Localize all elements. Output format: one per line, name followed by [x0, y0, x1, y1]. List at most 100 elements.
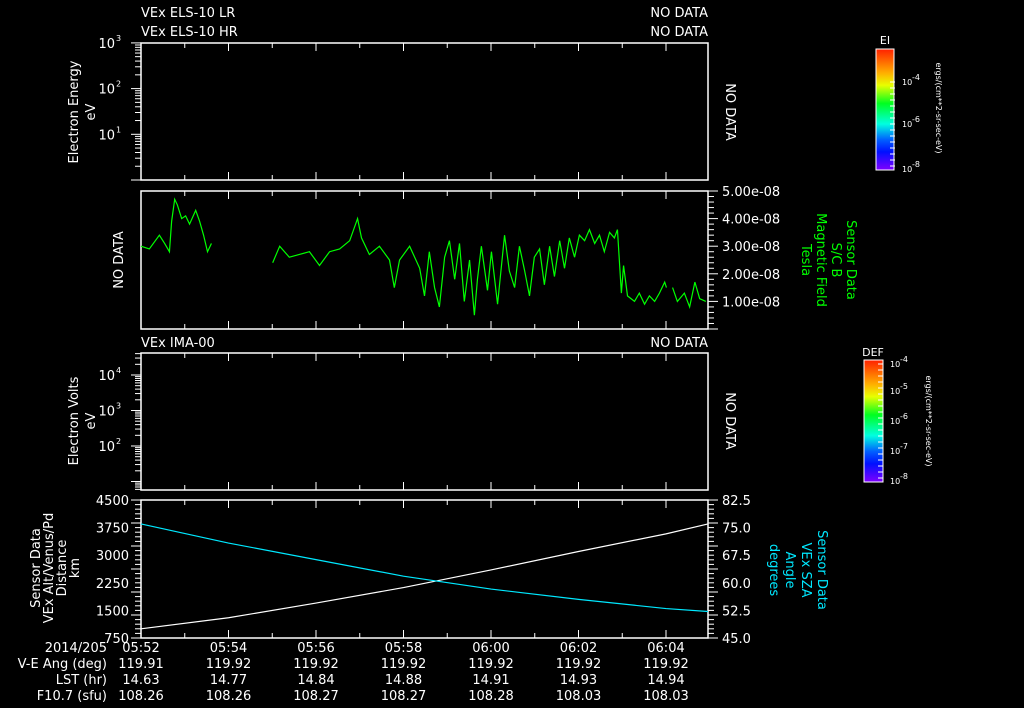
colorbar-tick-label: 10	[902, 165, 912, 174]
panel4-ylabel-right-0: Sensor Data	[814, 530, 829, 610]
panel1-y-ticks: 10 310 210 1	[98, 34, 141, 181]
panel2-nodata: NO DATA	[112, 231, 127, 289]
panel4-ylabel-right-3: degrees	[766, 544, 781, 597]
panel2-ylabel-0: Sensor Data	[843, 220, 858, 300]
y-tick-label-left: 1500	[96, 604, 129, 619]
altitude-line	[140, 523, 709, 630]
x-axis-times: 06:02	[560, 641, 597, 656]
x-axis-lst: 14.93	[560, 673, 597, 688]
panel3-nodata: NO DATA	[722, 392, 737, 450]
panel4-x-ticks	[184, 500, 667, 638]
colorbar-tick-label: 10	[902, 78, 912, 87]
x-axis-lst: 14.94	[647, 673, 684, 688]
panel1-title-lr: VEx ELS-10 LR	[141, 6, 235, 21]
panel2-x-ticks	[184, 191, 667, 329]
panel4-frame	[140, 499, 709, 639]
panel2-ylabel-3: Tesla	[798, 243, 813, 276]
panel3-status: NO DATA	[650, 336, 708, 351]
panel3-ylabel: Electron Volts	[67, 376, 82, 465]
colorbar1-title: EI	[880, 34, 890, 47]
bfield-line-segment	[272, 216, 668, 316]
colorbar-tick-exponent: -4	[912, 73, 920, 82]
y-tick-label: 2.00e-08	[722, 268, 780, 283]
colorbar-tick-label: 10	[890, 417, 900, 426]
y-tick-label: 10	[98, 440, 115, 455]
y-tick-label: 4.00e-08	[722, 213, 780, 228]
y-tick-label: 10	[98, 405, 115, 420]
y-tick-label-right: 45.0	[722, 632, 751, 647]
panel-ion-energy: VEx IMA-00 NO DATA 10 410 310 2 Electron Vo…	[67, 336, 933, 491]
x-axis-times: 06:04	[647, 641, 684, 656]
colorbar-tick-exponent: -7	[900, 442, 908, 451]
x-axis-lst: 14.63	[122, 673, 159, 688]
y-tick-label: 10	[98, 128, 115, 143]
row-label-ve-ang: V-E Ang (deg)	[18, 657, 107, 672]
colorbar1-unit: ergs/(cm**2-sr-sec-eV)	[934, 62, 943, 153]
x-axis-f107: 108.03	[643, 689, 689, 704]
plot-canvas: VEx ELS-10 LR NO DATA VEx ELS-10 HR NO D…	[18, 6, 943, 704]
panel2-y-ticks: 5.00e-08 4.00e-08 3.00e-08 2.00e-08 1.00e-08	[708, 185, 780, 330]
panel4-series	[140, 523, 709, 630]
row-label-lst: LST (hr)	[56, 673, 107, 688]
x-axis-times: 05:56	[297, 641, 334, 656]
colorbar-tick-label: 10	[890, 360, 900, 369]
y-tick-label-left: 3000	[96, 549, 129, 564]
x-axis-f107: 108.26	[118, 689, 164, 704]
colorbar2-title: DEF	[862, 346, 884, 359]
x-axis-f107: 108.28	[468, 689, 514, 704]
x-axis-f107: 108.26	[206, 689, 252, 704]
colorbar-tick-exponent: -6	[912, 115, 920, 124]
x-axis-columns: 05:52119.9114.63108.2605:54119.9214.7710…	[118, 641, 689, 704]
y-tick-label-right: 52.5	[722, 604, 751, 619]
y-tick-exponent: 3	[116, 402, 121, 411]
colorbar-tick-exponent: -4	[900, 355, 908, 364]
colorbar2-gradient	[863, 359, 884, 483]
panel1-status-lr: NO DATA	[650, 6, 708, 21]
colorbar-tick-label: 10	[890, 477, 900, 486]
y-tick-label-right: 60.0	[722, 577, 751, 592]
x-axis-ve-ang: 119.92	[206, 657, 252, 672]
x-axis-times: 05:54	[210, 641, 247, 656]
y-tick-label-left: 4500	[96, 494, 129, 509]
x-axis-ve-ang: 119.92	[643, 657, 689, 672]
panel4-ylabel-right-1: VEx SZA	[798, 543, 813, 598]
panel4-ylabel-right-2: Angle	[782, 552, 797, 589]
bfield-series	[140, 197, 707, 316]
panel3-colorbar: DEF 10-410-510-610-710-8 ergs/(cm**2-sr-…	[862, 346, 933, 486]
row-label-f107: F10.7 (sfu)	[37, 689, 107, 704]
x-axis-lst: 14.91	[472, 673, 509, 688]
x-axis-ve-ang: 119.92	[381, 657, 427, 672]
panel3-frame	[140, 352, 709, 491]
y-tick-label: 10	[98, 83, 115, 98]
x-axis-times: 05:52	[122, 641, 159, 656]
panel3-x-ticks	[184, 353, 667, 490]
y-tick-exponent: 2	[116, 437, 121, 446]
y-tick-exponent: 3	[116, 34, 121, 43]
y-tick-label-right: 82.5	[722, 494, 751, 509]
panel1-yunit: eV	[84, 103, 99, 120]
bfield-line-segment	[140, 197, 212, 254]
x-axis-f107: 108.03	[556, 689, 602, 704]
y-tick-label: 10	[98, 37, 115, 52]
y-tick-exponent: 1	[116, 125, 121, 134]
sza-line	[140, 523, 709, 613]
panel1-status-hr: NO DATA	[650, 25, 708, 40]
x-axis-lst: 14.88	[385, 673, 422, 688]
y-tick-label-right: 75.0	[722, 522, 751, 537]
y-tick-label: 10	[98, 369, 115, 384]
colorbar-tick-label: 10	[890, 447, 900, 456]
panel-magnetic-field: 5.00e-08 4.00e-08 3.00e-08 2.00e-08 1.00e-08…	[112, 185, 858, 330]
x-axis-f107: 108.27	[381, 689, 427, 704]
panel4-ylabel-left-3: km	[68, 558, 83, 578]
panel3-y-ticks: 10 410 310 2	[98, 353, 141, 490]
colorbar-tick-exponent: -8	[900, 472, 908, 481]
colorbar-tick-exponent: -5	[900, 382, 908, 391]
panel-altitude-sza: 4500 82.5 3750 75.0 3000 67.5 2250 60.0 1500 52.5…	[29, 494, 829, 647]
y-tick-label-right: 67.5	[722, 549, 751, 564]
panel2-ylabel-2: Magnetic Field	[813, 213, 828, 307]
colorbar1-gradient	[875, 48, 895, 171]
y-tick-exponent: 2	[116, 80, 121, 89]
panel4-y-ticks: 4500 82.5 3750 75.0 3000 67.5 2250 60.0 1500 52.5…	[96, 494, 751, 647]
bfield-line-segment	[671, 281, 707, 310]
x-axis-ve-ang: 119.91	[118, 657, 164, 672]
